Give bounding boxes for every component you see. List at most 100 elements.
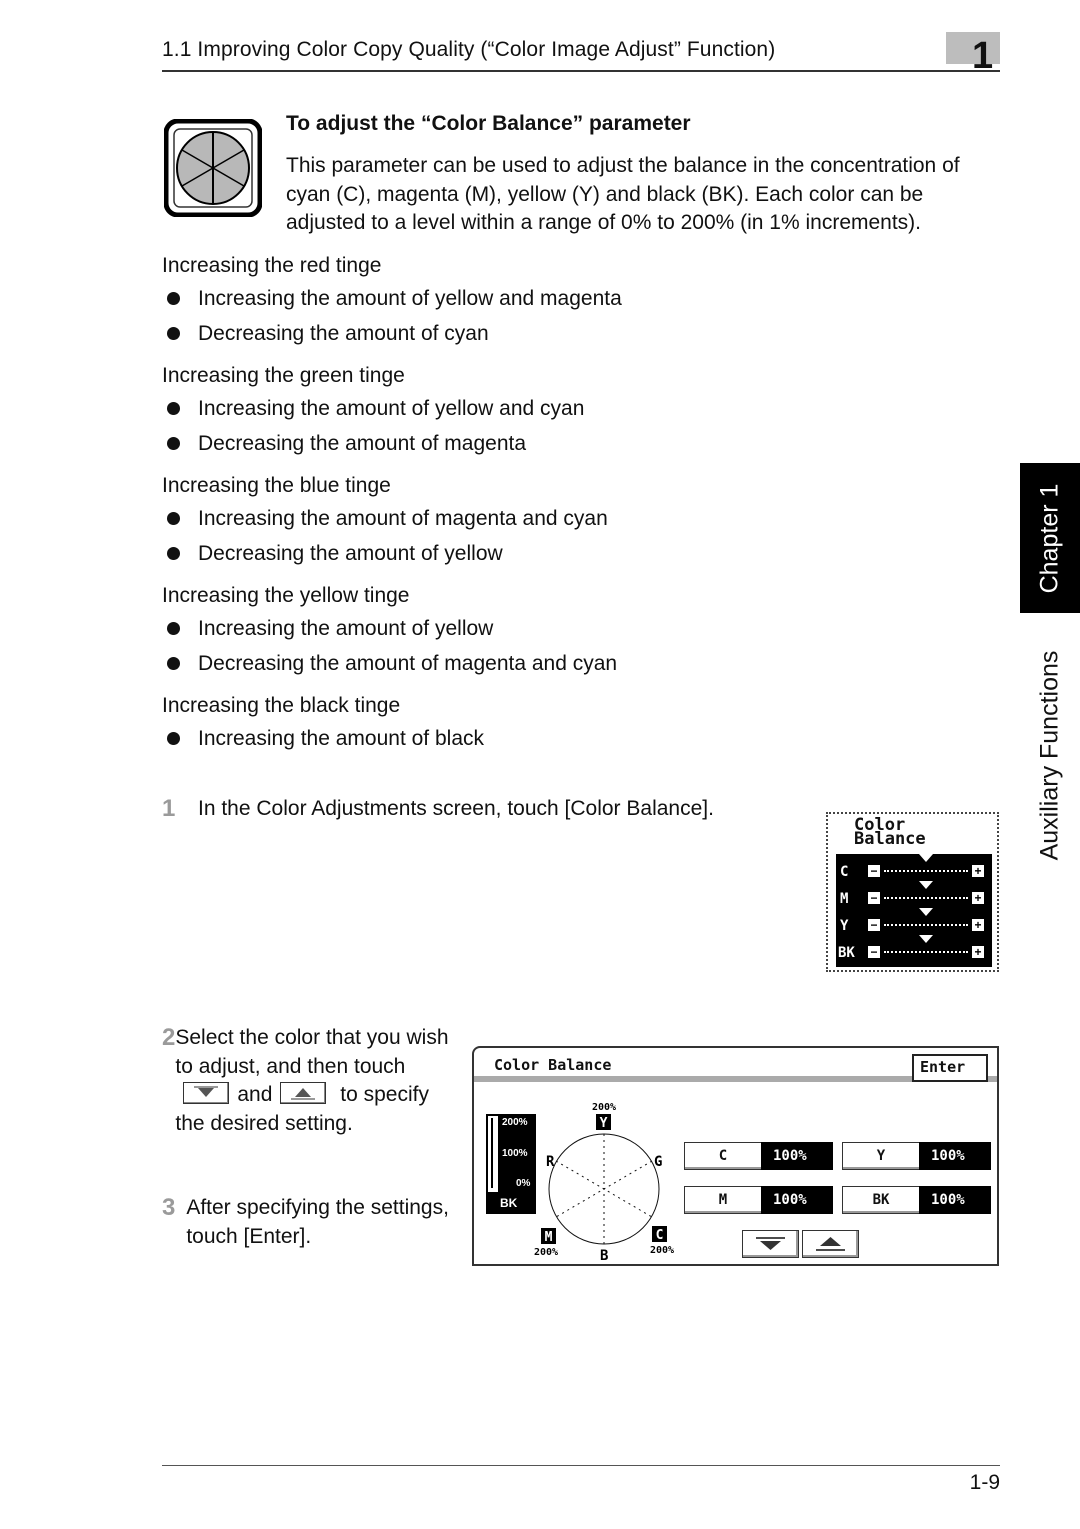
level-marker-icon — [919, 854, 933, 862]
tinge-title: Increasing the red tinge — [162, 254, 382, 277]
color-balance-wheel-icon — [163, 118, 263, 218]
bullet-icon — [167, 327, 180, 340]
wheel-label-y: Y — [600, 1116, 608, 1131]
increase-button[interactable] — [802, 1230, 859, 1258]
step-3: 3 After specifying the settings, touch [… — [162, 1194, 452, 1251]
wheel-label-b: B — [600, 1248, 608, 1264]
up-arrow-button-icon — [280, 1082, 327, 1105]
tinge-group-red: Increasing the red tinge Increasing the … — [162, 251, 802, 351]
wheel-label-g: G — [654, 1154, 662, 1170]
minus-icon: − — [868, 865, 880, 877]
level-marker-icon — [919, 881, 933, 889]
level-marker-icon — [919, 908, 933, 916]
tinge-group-black: Increasing the black tinge Increasing th… — [162, 691, 802, 756]
step-text: In the Color Adjustments screen, touch [… — [198, 797, 714, 820]
wheel-axis-gm — [555, 1160, 653, 1218]
wheel-pct-m: 200% — [534, 1247, 558, 1258]
minus-icon: − — [868, 919, 880, 931]
color-balance-button-title: Color Balance — [854, 815, 926, 849]
tinge-group-green: Increasing the green tinge Increasing th… — [162, 361, 802, 461]
header-divider — [162, 70, 1000, 72]
tinge-list: Increasing the red tinge Increasing the … — [162, 251, 802, 766]
enter-button[interactable]: Enter — [912, 1054, 988, 1082]
tinge-title: Increasing the yellow tinge — [162, 584, 410, 607]
step-2: 2 Select the color that you wish to adju… — [162, 1024, 452, 1138]
wheel-label-m: M — [545, 1230, 553, 1245]
wheel-pct-y: 200% — [592, 1102, 616, 1113]
step-1: 1 In the Color Adjustments screen, touch… — [162, 795, 714, 824]
list-item: Increasing the amount of yellow and mage… — [162, 281, 802, 316]
tinge-group-yellow: Increasing the yellow tinge Increasing t… — [162, 581, 802, 681]
color-c-value: 100% — [761, 1142, 833, 1170]
plus-icon: + — [972, 865, 984, 877]
page-header-title: 1.1 Improving Color Copy Quality (“Color… — [162, 38, 776, 61]
minus-icon: − — [868, 946, 880, 958]
color-bk-value: 100% — [919, 1186, 991, 1214]
bullet-icon — [167, 732, 180, 745]
step-text: After specifying the settings, touch [En… — [186, 1196, 449, 1248]
bullet-icon — [167, 622, 180, 635]
tinge-group-blue: Increasing the blue tinge Increasing the… — [162, 471, 802, 571]
list-item: Decreasing the amount of cyan — [162, 316, 802, 351]
level-marker-icon — [919, 935, 933, 943]
bk-level-scale: 200% 100% 0% BK — [486, 1114, 536, 1214]
decrease-button[interactable] — [742, 1230, 799, 1258]
wheel-pct-c: 200% — [650, 1245, 674, 1256]
bullet-icon — [167, 402, 180, 415]
list-item: Decreasing the amount of magenta — [162, 426, 802, 461]
color-c-button[interactable]: C 100% — [684, 1142, 833, 1170]
step-number: 2 — [162, 1024, 176, 1051]
list-item: Decreasing the amount of magenta and cya… — [162, 646, 802, 681]
color-balance-screen: Color Balance Enter 200% 100% 0% BK Y 20… — [472, 1046, 999, 1266]
bullet-icon — [167, 657, 180, 670]
tinge-title: Increasing the blue tinge — [162, 474, 391, 497]
down-arrow-button-icon — [183, 1082, 230, 1105]
slider-row-m: M − + — [836, 881, 992, 908]
tinge-title: Increasing the black tinge — [162, 694, 401, 717]
chapter-side-tab-label: Chapter 1 — [1035, 483, 1064, 593]
bullet-icon — [167, 547, 180, 560]
step-number: 1 — [162, 795, 176, 822]
slider-row-c: C − + — [836, 854, 992, 881]
slider-track — [884, 870, 968, 872]
list-item: Decreasing the amount of yellow — [162, 536, 802, 571]
slider-track — [884, 924, 968, 926]
plus-icon: + — [972, 919, 984, 931]
down-arrow-icon — [756, 1237, 785, 1250]
slider-track — [884, 951, 968, 953]
screen-title: Color Balance — [494, 1056, 612, 1074]
bk-scale-track — [491, 1118, 493, 1188]
step-text: Select the color that you wish to adjust… — [175, 1026, 449, 1135]
color-balance-touch-button[interactable]: Color Balance C − + M − + Y − + BK − + — [826, 812, 999, 972]
bullet-icon — [167, 512, 180, 525]
minus-icon: − — [868, 892, 880, 904]
color-bk-button[interactable]: BK 100% — [842, 1186, 991, 1214]
slider-track — [884, 897, 968, 899]
step-number: 3 — [162, 1194, 176, 1221]
plus-icon: + — [972, 946, 984, 958]
color-m-value: 100% — [761, 1186, 833, 1214]
up-arrow-icon — [816, 1237, 845, 1251]
plus-icon: + — [972, 892, 984, 904]
list-item: Increasing the amount of magenta and cya… — [162, 501, 802, 536]
section-side-label: Auxiliary Functions — [1035, 650, 1064, 860]
footer-divider — [162, 1465, 1000, 1466]
list-item: Increasing the amount of yellow — [162, 611, 802, 646]
list-item: Increasing the amount of black — [162, 721, 802, 756]
page-number: 1-9 — [969, 1471, 1000, 1494]
bullet-icon — [167, 292, 180, 305]
section-description: This parameter can be used to adjust the… — [286, 154, 960, 234]
slider-row-y: Y − + — [836, 908, 992, 935]
slider-row-bk: BK − + — [836, 935, 992, 962]
color-y-button[interactable]: Y 100% — [842, 1142, 991, 1170]
tinge-title: Increasing the green tinge — [162, 364, 405, 387]
color-m-button[interactable]: M 100% — [684, 1186, 833, 1214]
wheel-label-r: R — [546, 1154, 555, 1170]
list-item: Increasing the amount of yellow and cyan — [162, 391, 802, 426]
section-heading: To adjust the “Color Balance” parameter — [286, 112, 691, 135]
bullet-icon — [167, 437, 180, 450]
color-y-value: 100% — [919, 1142, 991, 1170]
color-balance-slider-panel: C − + M − + Y − + BK − + — [836, 854, 992, 967]
color-wheel-diagram: Y 200% R G B M 200% C 200% — [534, 1102, 674, 1264]
bk-scale-bar — [488, 1116, 498, 1192]
